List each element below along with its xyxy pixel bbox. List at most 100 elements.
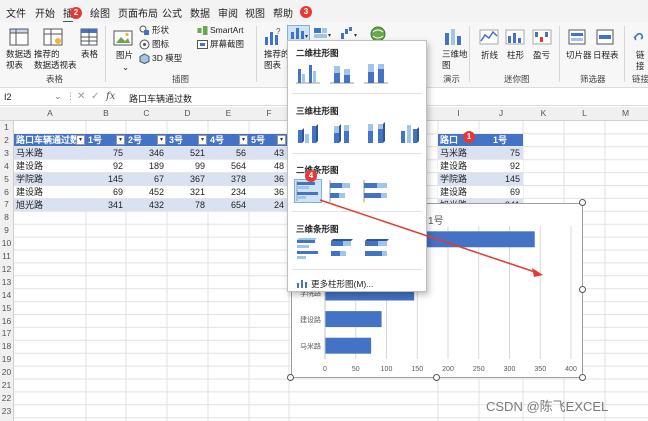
chevron-down-icon[interactable]: ⌄ — [54, 91, 62, 102]
3d-percent-bar-option[interactable] — [362, 237, 390, 261]
clustered-bar-option[interactable] — [294, 179, 322, 203]
table-cell[interactable]: 36 — [249, 173, 287, 186]
3d-column-option[interactable] — [396, 121, 424, 145]
table-cell[interactable]: 学院路 — [438, 173, 479, 186]
table-cell[interactable]: 学院路 — [14, 173, 86, 186]
slicer-icon[interactable] — [568, 29, 586, 45]
row-header[interactable]: 16 — [0, 316, 13, 326]
table-cell[interactable]: 145 — [86, 173, 126, 186]
table-cell[interactable]: 48 — [249, 160, 287, 173]
table-cell[interactable]: 346 — [126, 147, 167, 160]
resize-handle[interactable] — [579, 286, 586, 293]
filter-dropdown-icon[interactable]: ▾ — [198, 135, 207, 146]
row-header[interactable]: 1 — [0, 122, 13, 132]
table-cell[interactable]: 367 — [167, 173, 208, 186]
row-header[interactable]: 4 — [0, 161, 13, 171]
map3d-button[interactable]: 三维地 图 — [442, 49, 468, 71]
link-button[interactable]: 链 接 — [636, 50, 645, 72]
table-cell[interactable]: 75 — [479, 147, 523, 160]
table-cell[interactable]: 92 — [86, 160, 126, 173]
table-cell[interactable]: 564 — [208, 160, 249, 173]
table-cell[interactable]: 452 — [126, 186, 167, 198]
map3d-icon[interactable] — [443, 27, 463, 47]
pivot-table-button[interactable]: 数据透 视表 — [6, 49, 32, 71]
shapes-button[interactable]: 形状 — [152, 25, 169, 36]
3d-clustered-column-option[interactable] — [294, 121, 322, 145]
filter-dropdown-icon[interactable]: ▾ — [157, 135, 166, 146]
menu-formulas[interactable]: 公式 — [162, 5, 182, 20]
table-cell[interactable]: 56 — [208, 147, 249, 160]
sparkline-winloss-button[interactable]: 盈亏 — [533, 50, 550, 61]
row-header[interactable]: 20 — [0, 367, 13, 377]
row-header[interactable]: 15 — [0, 303, 13, 313]
column-header[interactable]: D — [167, 108, 208, 118]
table-cell[interactable]: 旭光路 — [14, 198, 86, 211]
table-cell[interactable]: 43 — [249, 147, 287, 160]
more-column-charts-link[interactable]: 更多柱形图(M)... — [311, 278, 373, 290]
table-cell[interactable]: 654 — [208, 198, 249, 211]
column-chart-button[interactable]: ▾ — [287, 25, 310, 41]
screenshot-icon[interactable] — [197, 39, 208, 50]
resize-handle[interactable] — [579, 199, 586, 206]
stacked-column-option[interactable] — [328, 61, 356, 85]
name-box[interactable]: I2 — [4, 92, 12, 102]
column-header[interactable]: F — [249, 108, 289, 118]
percent-stacked-column-option[interactable] — [362, 61, 390, 85]
row-header[interactable]: 5 — [0, 174, 13, 184]
table-cell[interactable]: 378 — [208, 173, 249, 186]
table-cell[interactable]: 马米路 — [438, 147, 479, 160]
recommended-charts-icon[interactable]: ? — [263, 27, 283, 47]
row-header[interactable]: 19 — [0, 354, 13, 364]
sparkline-column-button[interactable]: 柱形 — [507, 50, 524, 61]
table-cell[interactable]: 建设路 — [438, 186, 479, 198]
table-cell[interactable]: 马米路 — [14, 147, 86, 160]
row-header[interactable]: 23 — [0, 406, 13, 416]
row-header[interactable]: 10 — [0, 238, 13, 248]
icons-icon[interactable] — [139, 39, 150, 50]
menu-file[interactable]: 文件 — [6, 5, 26, 20]
enter-icon[interactable]: ✓ — [91, 91, 99, 102]
formula-input[interactable]: 路口车辆通过数 — [129, 92, 192, 105]
resize-handle[interactable] — [579, 374, 586, 381]
table-cell[interactable]: 432 — [126, 198, 167, 211]
cancel-icon[interactable]: ✕ — [77, 91, 85, 102]
row-header[interactable]: 21 — [0, 380, 13, 390]
recommended-pivot-icon[interactable] — [43, 28, 63, 46]
row-header[interactable]: 9 — [0, 225, 13, 235]
sparkline-winloss-icon[interactable] — [532, 29, 552, 45]
column-header[interactable]: K — [523, 108, 564, 118]
row-header[interactable]: 13 — [0, 277, 13, 287]
table-cell[interactable]: 69 — [479, 186, 523, 198]
menu-draw[interactable]: 绘图 — [90, 5, 110, 20]
pivot-table-icon[interactable] — [9, 28, 29, 46]
timeline-button[interactable]: 日程表 — [593, 50, 619, 61]
3d-stacked-column-option[interactable] — [328, 121, 356, 145]
table-cell[interactable]: 234 — [208, 186, 249, 198]
column-header[interactable]: J — [479, 108, 523, 118]
smartart-button[interactable]: SmartArt — [210, 25, 244, 36]
screenshot-button[interactable]: 屏幕截图 — [210, 39, 244, 50]
row-header[interactable]: 11 — [0, 251, 13, 261]
column-header[interactable]: E — [208, 108, 249, 118]
resize-handle[interactable] — [433, 374, 440, 381]
table-button[interactable]: 表格 — [81, 49, 98, 60]
chevron-down-icon[interactable]: ⌄ — [122, 62, 129, 73]
3d-stacked-bar-option[interactable] — [328, 237, 356, 261]
table-cell[interactable]: 75 — [86, 147, 126, 160]
hierarchy-chart-icon[interactable]: ▾ — [313, 26, 333, 40]
recommended-charts-button[interactable]: 推荐的 图表 — [264, 49, 290, 71]
clustered-column-option[interactable] — [294, 61, 322, 85]
sparkline-line-icon[interactable] — [479, 29, 499, 45]
table-cell[interactable]: 341 — [86, 198, 126, 211]
menu-home[interactable]: 开始 — [35, 5, 55, 20]
3d-percent-column-option[interactable] — [362, 121, 390, 145]
sparkline-column-icon[interactable] — [505, 29, 525, 45]
menu-page-layout[interactable]: 页面布局 — [118, 5, 158, 20]
table-cell[interactable]: 24 — [249, 198, 287, 211]
column-header[interactable]: A — [14, 108, 86, 118]
row-header[interactable]: 7 — [0, 199, 13, 209]
picture-icon[interactable] — [113, 30, 133, 46]
table-cell[interactable]: 145 — [479, 173, 523, 186]
row-header[interactable]: 22 — [0, 393, 13, 403]
table-cell[interactable]: 建设路 — [438, 160, 479, 173]
